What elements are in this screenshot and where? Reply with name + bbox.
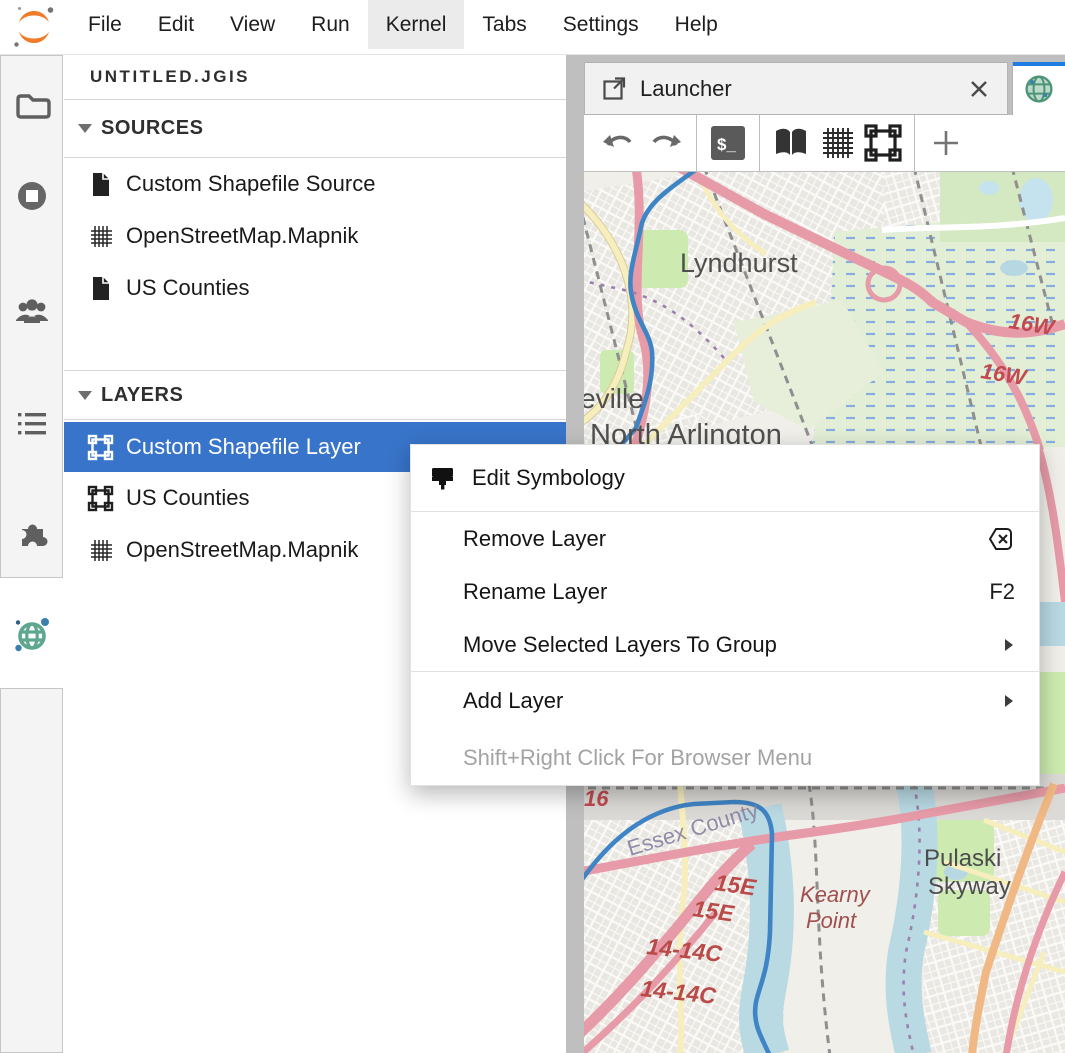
menu-item-label: Shift+Right Click For Browser Menu (463, 745, 1015, 771)
menu-edit[interactable]: Edit (140, 0, 212, 49)
raster-grid-icon (87, 537, 114, 564)
layer-context-menu: Edit Symbology Remove Layer Rename Layer… (410, 444, 1040, 786)
raster-grid-icon (817, 123, 857, 163)
close-icon[interactable] (967, 77, 991, 101)
sources-section-header[interactable]: SOURCES (64, 100, 566, 158)
sidebar-tab-jupytergis-active[interactable] (0, 585, 63, 685)
source-item-osm-mapnik[interactable]: OpenStreetMap.Mapnik (64, 210, 566, 262)
tab-launcher-label: Launcher (640, 76, 955, 102)
vector-polygon-icon (87, 434, 114, 461)
svg-text:Point: Point (806, 908, 857, 933)
menu-item-label: Remove Layer (463, 526, 987, 552)
svg-text:Skyway: Skyway (928, 873, 1011, 900)
menu-item-rename-layer[interactable]: Rename Layer F2 (411, 565, 1039, 618)
menubar: File Edit View Run Kernel Tabs Settings … (0, 0, 1065, 55)
toolbar-separator (914, 115, 915, 171)
svg-text:$_: $_ (717, 135, 736, 154)
symbology-brush-icon (429, 465, 456, 492)
left-sidebar (0, 55, 64, 1053)
map-toolbar: $_ (584, 115, 1065, 172)
tab-launcher[interactable]: Launcher (584, 62, 1008, 115)
source-item-label: Custom Shapefile Source (126, 171, 375, 197)
file-icon (87, 275, 114, 302)
svg-text:Kearny: Kearny (800, 882, 872, 907)
layers-label: LAYERS (101, 384, 183, 407)
submenu-arrow-icon (1003, 693, 1015, 709)
layer-item-label: OpenStreetMap.Mapnik (126, 537, 358, 563)
menu-item-label: Edit Symbology (472, 465, 1015, 491)
sidebar-empty-strip (0, 688, 63, 1053)
menu-help[interactable]: Help (657, 0, 736, 49)
add-vector-button[interactable] (860, 120, 906, 166)
svg-text:Pulaski: Pulaski (924, 845, 1001, 872)
menu-item-browser-menu-hint: Shift+Right Click For Browser Menu (411, 729, 1039, 787)
svg-text:eville: eville (584, 383, 644, 414)
source-item-label: US Counties (126, 275, 250, 301)
terminal-icon: $_ (709, 124, 747, 162)
plus-icon (928, 125, 964, 161)
chevron-down-icon (78, 391, 92, 400)
sources-label: SOURCES (101, 117, 203, 140)
toolbar-separator (696, 115, 697, 171)
raster-grid-icon (87, 223, 114, 250)
source-item-us-counties[interactable]: US Counties (64, 262, 566, 314)
menu-item-remove-layer[interactable]: Remove Layer (411, 512, 1039, 565)
tab-jupytergis-active[interactable] (1012, 62, 1065, 115)
undo-button[interactable] (596, 120, 642, 166)
folder-icon[interactable] (12, 86, 52, 126)
menu-item-label: Add Layer (463, 688, 1003, 714)
source-item-custom-shapefile[interactable]: Custom Shapefile Source (64, 158, 566, 210)
book-icon (771, 126, 811, 160)
sidebar-tab-strip (0, 55, 63, 578)
extensions-icon[interactable] (12, 514, 52, 554)
panel-header: UNTITLED.JGIS (64, 55, 566, 100)
terminal-button[interactable]: $_ (705, 120, 751, 166)
jupytergis-globe-icon (10, 613, 54, 657)
vector-polygon-icon (87, 485, 114, 512)
docs-button[interactable] (768, 120, 814, 166)
add-button[interactable] (923, 120, 969, 166)
running-kernels-icon[interactable] (12, 176, 52, 216)
launch-icon (601, 75, 628, 102)
add-raster-button[interactable] (814, 120, 860, 166)
layer-item-label: Custom Shapefile Layer (126, 434, 361, 460)
panel-title: UNTITLED.JGIS (90, 67, 250, 87)
menu-view[interactable]: View (212, 0, 293, 49)
vector-polygon-icon (862, 122, 904, 164)
menu-file[interactable]: File (70, 0, 140, 49)
menu-item-label: Move Selected Layers To Group (463, 632, 1003, 658)
menu-tabs[interactable]: Tabs (464, 0, 544, 49)
remove-circle-x-icon (987, 525, 1015, 553)
dock-tabbar: Launcher (584, 55, 1065, 115)
source-item-label: OpenStreetMap.Mapnik (126, 223, 358, 249)
menu-settings[interactable]: Settings (545, 0, 657, 49)
svg-text:16: 16 (584, 786, 609, 811)
file-icon (87, 171, 114, 198)
users-icon[interactable] (12, 292, 52, 332)
shortcut-label: F2 (989, 579, 1015, 605)
redo-icon (646, 128, 684, 158)
toolbar-separator (759, 115, 760, 171)
menu-run[interactable]: Run (293, 0, 368, 49)
svg-text:Lyndhurst: Lyndhurst (680, 248, 798, 278)
submenu-arrow-icon (1003, 637, 1015, 653)
chevron-down-icon (78, 124, 92, 133)
layers-section-header[interactable]: LAYERS (64, 370, 566, 420)
menu-kernel[interactable]: Kernel (368, 0, 465, 49)
undo-icon (600, 128, 638, 158)
menu-item-add-layer[interactable]: Add Layer (411, 672, 1039, 729)
globe-icon (1022, 72, 1056, 106)
menu-item-label: Rename Layer (463, 579, 989, 605)
jupyter-logo-icon (12, 5, 56, 49)
redo-button[interactable] (642, 120, 688, 166)
menu-item-edit-symbology[interactable]: Edit Symbology (411, 445, 1039, 511)
menu-item-move-layers-to-group[interactable]: Move Selected Layers To Group (411, 618, 1039, 671)
table-of-contents-icon[interactable] (12, 404, 52, 444)
layer-item-label: US Counties (126, 485, 250, 511)
